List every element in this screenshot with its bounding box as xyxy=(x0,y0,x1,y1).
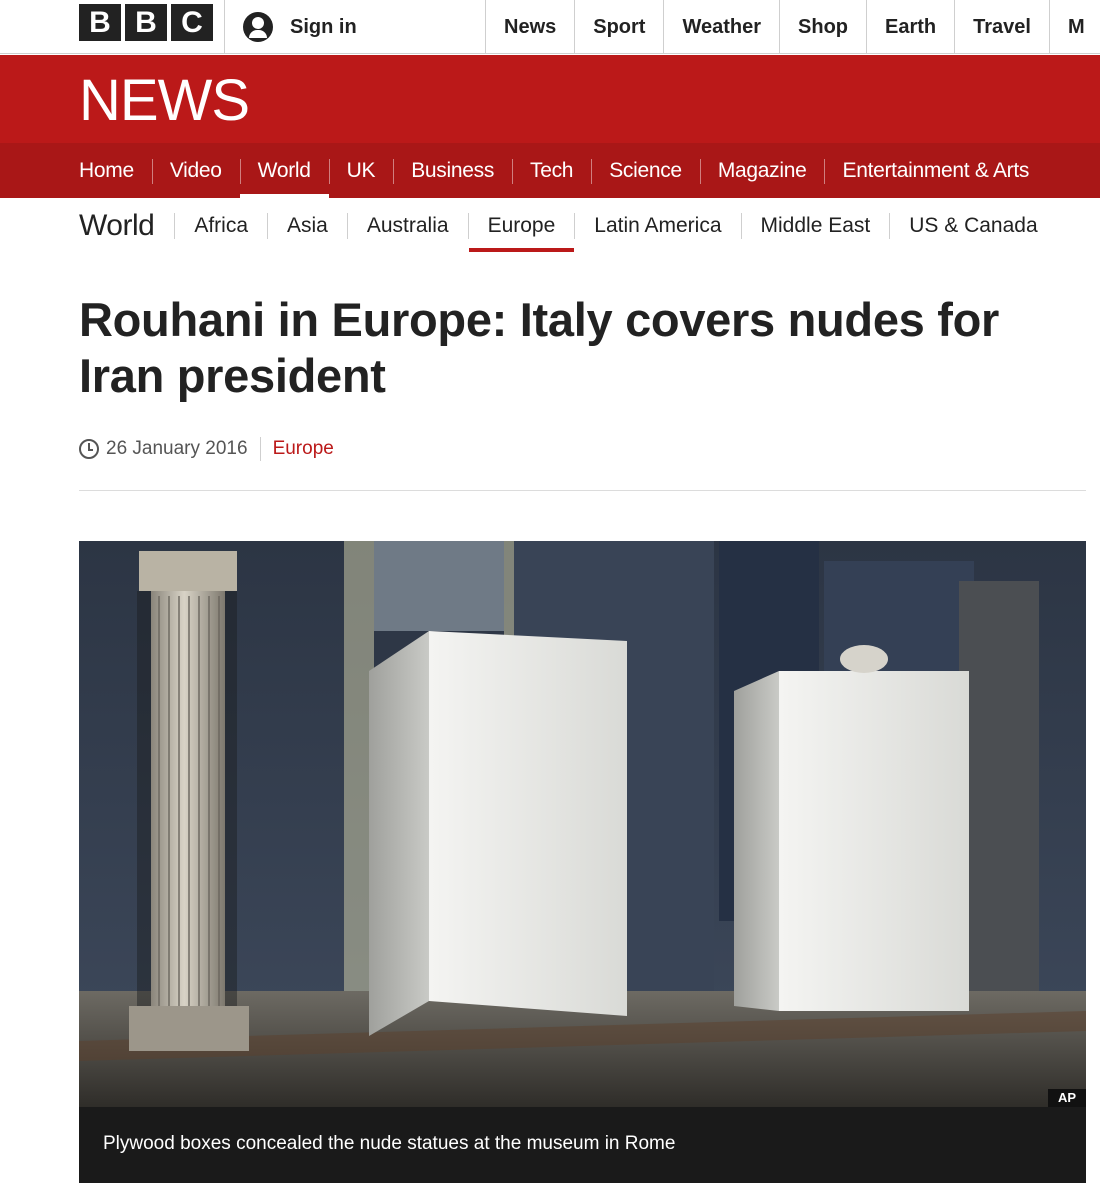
subnav-europe[interactable]: Europe xyxy=(468,198,575,254)
subnav-latin-america[interactable]: Latin America xyxy=(575,198,740,254)
nav-business[interactable]: Business xyxy=(393,143,512,198)
global-nav-more[interactable]: M xyxy=(1050,0,1100,54)
nav-tech[interactable]: Tech xyxy=(512,143,591,198)
photo-credit: AP xyxy=(1047,1089,1086,1107)
global-nav-earth[interactable]: Earth xyxy=(867,0,956,54)
sign-in-label: Sign in xyxy=(290,15,357,38)
global-nav-sport[interactable]: Sport xyxy=(575,0,665,54)
section-title[interactable]: World xyxy=(79,209,174,243)
global-nav-news[interactable]: News xyxy=(486,0,576,54)
meta-divider xyxy=(259,437,261,461)
global-header: B B C Sign in News Sport Weather Shop Ea… xyxy=(0,0,1100,54)
photo-caption: Plywood boxes concealed the nude statues… xyxy=(79,1107,1086,1183)
global-nav-shop[interactable]: Shop xyxy=(780,0,868,54)
logo-letter: C xyxy=(171,4,213,41)
clock-icon xyxy=(79,439,99,459)
global-nav-weather[interactable]: Weather xyxy=(664,0,781,54)
logo-letter: B xyxy=(125,4,167,41)
nav-home[interactable]: Home xyxy=(61,143,152,198)
nav-world[interactable]: World xyxy=(239,143,329,198)
primary-nav: Home Video World UK Business Tech Scienc… xyxy=(0,143,1100,198)
bbc-logo[interactable]: B B C xyxy=(79,4,213,41)
nav-video[interactable]: Video xyxy=(151,143,240,198)
news-banner: NEWS xyxy=(0,55,1100,143)
subnav-asia[interactable]: Asia xyxy=(268,198,347,254)
article-section-link[interactable]: Europe xyxy=(273,438,334,460)
header-divider xyxy=(79,490,1086,491)
subnav-middle-east[interactable]: Middle East xyxy=(742,198,890,254)
news-logo[interactable]: NEWS xyxy=(79,67,250,134)
lead-photo xyxy=(79,541,1086,1107)
subnav-australia[interactable]: Australia xyxy=(348,198,468,254)
nav-uk[interactable]: UK xyxy=(328,143,394,198)
subnav-africa[interactable]: Africa xyxy=(175,198,267,254)
article-headline: Rouhani in Europe: Italy covers nudes fo… xyxy=(79,293,1000,402)
sign-in-button[interactable]: Sign in xyxy=(224,0,486,54)
article-meta: 26 January 2016 Europe xyxy=(79,436,334,462)
logo-letter: B xyxy=(79,4,121,41)
article-date: 26 January 2016 xyxy=(106,438,248,459)
global-nav-travel[interactable]: Travel xyxy=(955,0,1050,54)
user-icon xyxy=(243,12,273,42)
secondary-nav: World Africa Asia Australia Europe Latin… xyxy=(79,198,1057,254)
nav-science[interactable]: Science xyxy=(591,143,700,198)
lead-figure: AP Plywood boxes concealed the nude stat… xyxy=(79,541,1086,1183)
nav-magazine[interactable]: Magazine xyxy=(699,143,825,198)
nav-entertainment-arts[interactable]: Entertainment & Arts xyxy=(824,143,1047,198)
global-nav: News Sport Weather Shop Earth Travel M xyxy=(486,0,1100,54)
subnav-us-canada[interactable]: US & Canada xyxy=(890,198,1056,254)
